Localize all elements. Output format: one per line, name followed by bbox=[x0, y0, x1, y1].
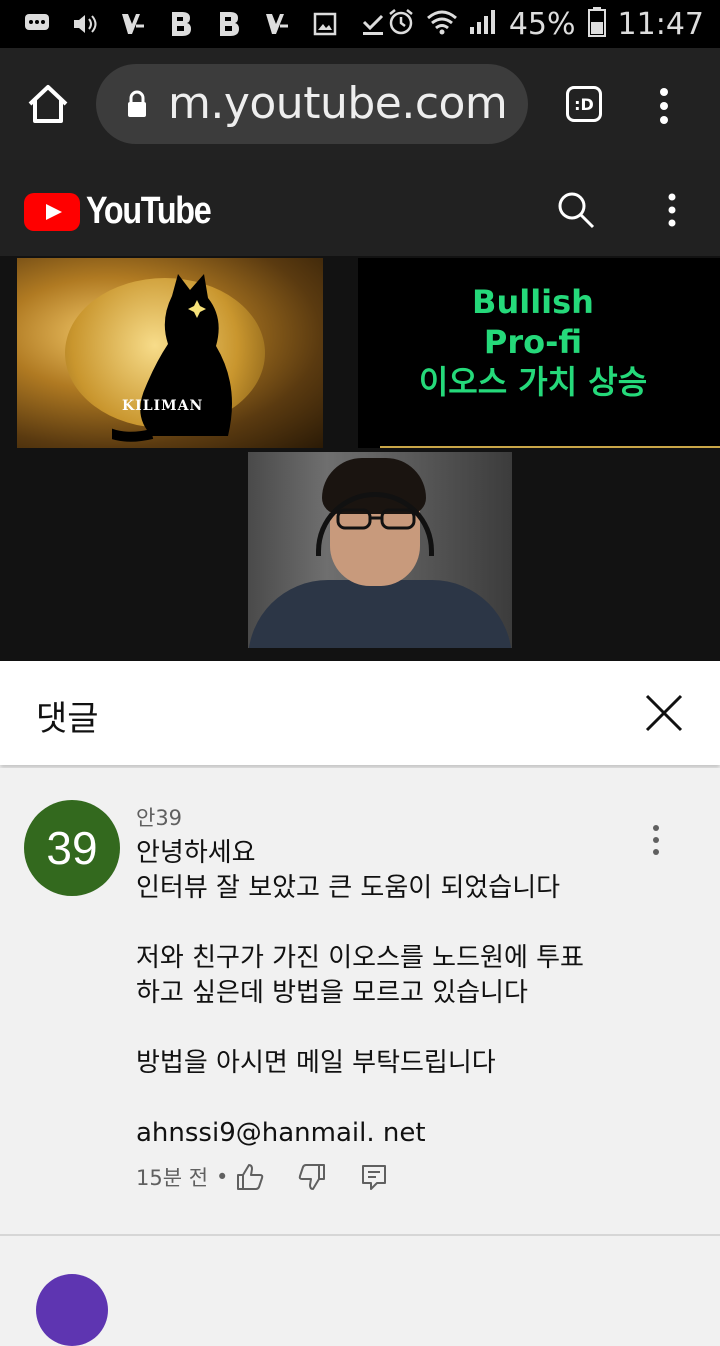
thumbnail-title-line: 이오스 가치 상승 bbox=[418, 363, 648, 401]
download-done-icon bbox=[358, 10, 388, 38]
comment-line: ahnssi9@hanmail. net bbox=[136, 1118, 426, 1148]
b-app-icon bbox=[214, 10, 244, 38]
thumbs-down-icon bbox=[299, 1164, 326, 1190]
avatar[interactable]: 39 bbox=[24, 800, 120, 896]
comment-line: 방법을 아시면 메일 부탁드립니다 bbox=[136, 1048, 496, 1078]
youtube-wordmark: YouTube bbox=[86, 190, 212, 232]
comment-blank-line bbox=[136, 906, 636, 941]
comment-body: 안녕하세요 인터뷰 잘 보았고 큰 도움이 되었습니다 저와 친구가 가진 이오… bbox=[136, 836, 636, 1151]
status-bar: 45% 11:47 bbox=[0, 0, 720, 48]
comment-menu-button[interactable] bbox=[644, 822, 668, 862]
home-button[interactable] bbox=[26, 82, 70, 126]
thumbs-up-icon bbox=[237, 1164, 264, 1190]
more-vert-icon bbox=[660, 88, 668, 124]
home-icon bbox=[28, 85, 68, 123]
browser-menu-button[interactable] bbox=[650, 84, 678, 128]
video-player[interactable]: KILIMAN Bullish Pro-fi 이오스 가치 상승 bbox=[0, 256, 720, 661]
thumbnail-title: Bullish Pro-fi 이오스 가치 상승 bbox=[358, 282, 708, 402]
thumbnail-label: KILIMAN bbox=[122, 398, 204, 414]
dislike-button[interactable] bbox=[298, 1163, 326, 1191]
thumbnail-divider bbox=[380, 446, 720, 448]
close-comments-button[interactable] bbox=[644, 693, 684, 733]
comment-item: 39 안39 안녕하세요 인터뷰 잘 보았고 큰 도움이 되었습니다 저와 친구… bbox=[0, 768, 720, 1234]
signal-icon bbox=[469, 9, 497, 39]
thumbnail-title-line: Bullish bbox=[472, 283, 594, 321]
separator-dot: • bbox=[216, 1165, 229, 1189]
comment-actions: 15분 전 • bbox=[136, 1160, 422, 1194]
battery-percent: 45% bbox=[508, 6, 576, 42]
clock: 11:47 bbox=[617, 6, 704, 42]
address-bar[interactable]: m.youtube.com bbox=[96, 64, 528, 144]
lock-icon bbox=[128, 90, 146, 117]
wifi-icon bbox=[426, 9, 457, 39]
interview-video-frame bbox=[248, 452, 512, 648]
comments-title: 댓글 bbox=[36, 699, 99, 739]
comment-author[interactable]: 안39 bbox=[136, 802, 182, 832]
comment-line: 하고 싶은데 방법을 모르고 있습니다 bbox=[136, 978, 528, 1008]
volume-icon bbox=[70, 10, 100, 38]
like-button[interactable] bbox=[236, 1163, 264, 1191]
glasses bbox=[336, 508, 416, 530]
notification-icon bbox=[118, 10, 148, 38]
video-thumbnail-right: Bullish Pro-fi 이오스 가치 상승 bbox=[358, 258, 720, 448]
comment-line: 저와 친구가 가진 이오스를 노드원에 투표 bbox=[136, 943, 584, 973]
person-body bbox=[248, 580, 512, 648]
comment-blank-line bbox=[136, 1011, 636, 1046]
more-vert-icon bbox=[668, 193, 676, 227]
reply-button[interactable] bbox=[360, 1163, 388, 1191]
youtube-header: YouTube bbox=[0, 160, 720, 256]
comment-divider bbox=[0, 1234, 720, 1236]
battery-icon bbox=[587, 7, 606, 41]
search-icon bbox=[558, 192, 595, 229]
alarm-icon bbox=[387, 8, 415, 40]
thumbnail-title-line: Pro-fi bbox=[483, 323, 583, 361]
comment-line: 안녕하세요 bbox=[136, 838, 256, 868]
avatar[interactable] bbox=[36, 1274, 108, 1346]
system-icons: 45% 11:47 bbox=[387, 6, 704, 42]
comment-line: 인터뷰 잘 보았고 큰 도움이 되었습니다 bbox=[136, 873, 561, 903]
notification-icons bbox=[22, 10, 388, 38]
search-button[interactable] bbox=[556, 190, 596, 230]
youtube-logo[interactable]: YouTube bbox=[24, 190, 232, 233]
reply-icon bbox=[362, 1165, 387, 1190]
tab-switcher-button[interactable]: :D bbox=[566, 86, 602, 122]
cat-silhouette-image bbox=[112, 274, 232, 442]
comment-blank-line bbox=[136, 1081, 636, 1116]
youtube-menu-button[interactable] bbox=[660, 190, 684, 230]
url-text: m.youtube.com bbox=[168, 78, 508, 129]
b-app-icon bbox=[166, 10, 196, 38]
notification-icon bbox=[262, 10, 292, 38]
image-icon bbox=[310, 10, 340, 38]
more-vert-icon bbox=[653, 825, 659, 855]
youtube-play-icon bbox=[24, 192, 80, 231]
browser-toolbar: m.youtube.com :D bbox=[0, 48, 720, 160]
close-icon bbox=[645, 694, 683, 732]
message-icon bbox=[22, 10, 52, 38]
video-thumbnail-left: KILIMAN bbox=[17, 258, 323, 448]
comments-panel-header: 댓글 bbox=[0, 661, 720, 765]
comment-timestamp: 15분 전 bbox=[136, 1166, 209, 1190]
